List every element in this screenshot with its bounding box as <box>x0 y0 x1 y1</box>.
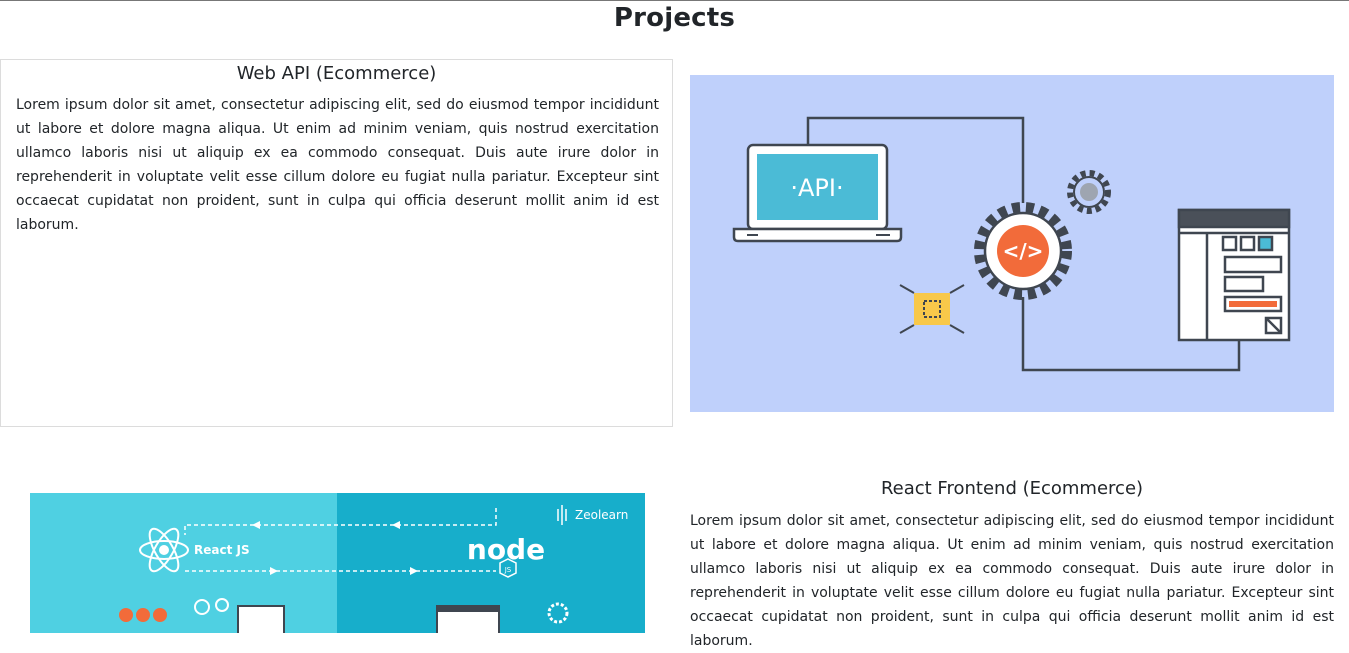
project-card-web-api: Web API (Ecommerce) Lorem ipsum dolor si… <box>0 59 673 427</box>
gear-icon: </> <box>974 202 1072 300</box>
page-title: Projects <box>613 3 736 33</box>
project-description: Lorem ipsum dolor sit amet, consectetur … <box>690 513 1334 649</box>
brand-label: Zeolearn <box>575 508 628 522</box>
api-screen-label: ·API· <box>790 174 843 202</box>
project-image-react-frontend: React JS node JS Zeolearn <box>30 493 645 633</box>
api-illustration-icon: ·API· </> <box>690 75 1334 412</box>
project-title: React Frontend (Ecommerce) <box>880 478 1144 499</box>
svg-text:</>: </> <box>1003 239 1044 263</box>
react-node-illustration-icon: React JS node JS Zeolearn <box>30 493 645 633</box>
node-js-badge: JS <box>504 566 512 574</box>
project-image-web-api: ·API· </> <box>690 75 1334 412</box>
project-description: Lorem ipsum dolor sit amet, consectetur … <box>16 97 659 233</box>
node-label: node <box>467 533 545 566</box>
dashboard-window-icon <box>1177 208 1291 342</box>
top-border <box>0 0 1349 1</box>
react-label: React JS <box>194 543 250 557</box>
project-title: Web API (Ecommerce) <box>236 63 437 84</box>
